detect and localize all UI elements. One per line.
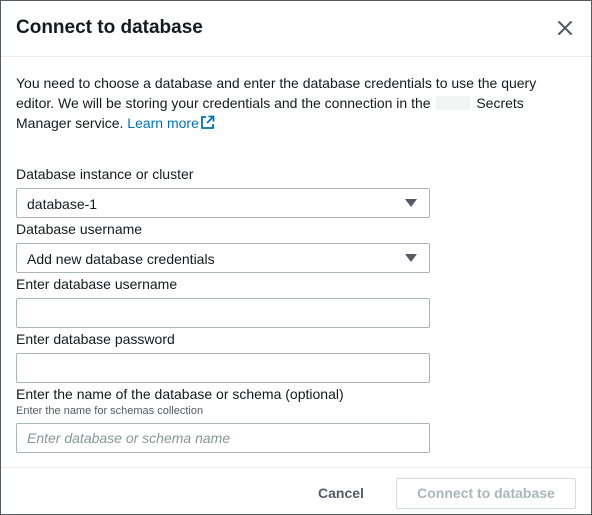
password-field-wrapper (16, 353, 430, 383)
modal-footer: Cancel Connect to database (1, 467, 591, 515)
close-icon[interactable] (554, 17, 576, 39)
caret-down-icon (405, 199, 417, 207)
modal-title: Connect to database (16, 17, 203, 38)
caret-down-icon (405, 254, 417, 262)
cancel-button[interactable]: Cancel (305, 478, 377, 508)
schema-field[interactable] (17, 424, 429, 452)
schema-description: Enter the name for schemas collection (16, 405, 204, 417)
username-mode-select-value: Add new database credentials (27, 251, 215, 267)
learn-more-label: Learn more (127, 115, 199, 131)
username-label: Enter database username (16, 276, 178, 292)
schema-label: Enter the name of the database or schema… (16, 386, 344, 402)
connect-database-button[interactable]: Connect to database (396, 478, 576, 509)
redacted-text (436, 96, 471, 110)
username-field[interactable] (17, 299, 429, 327)
learn-more-link[interactable]: Learn more (127, 115, 215, 131)
connect-database-modal: Connect to database You need to choose a… (0, 0, 592, 515)
schema-field-wrapper (16, 423, 430, 453)
instance-select-value: database-1 (27, 196, 98, 212)
username-mode-label: Database username (16, 221, 143, 237)
instance-label: Database instance or cluster (16, 166, 194, 182)
password-field[interactable] (17, 354, 429, 382)
intro-text: You need to choose a database and enter … (16, 73, 576, 135)
instance-select[interactable]: database-1 (16, 188, 430, 218)
password-label: Enter database password (16, 331, 175, 347)
username-field-wrapper (16, 298, 430, 328)
username-mode-select[interactable]: Add new database credentials (16, 243, 430, 273)
modal-header: Connect to database (1, 1, 591, 57)
external-link-icon (200, 115, 215, 135)
